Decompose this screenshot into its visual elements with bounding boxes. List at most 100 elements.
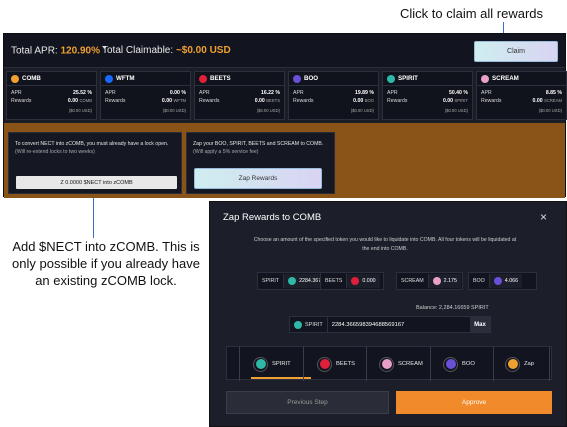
max-button[interactable]: Max — [470, 317, 490, 332]
step-separator — [239, 347, 240, 381]
balance-readout: Balance: 2,284.16659 SPIRIT — [416, 305, 489, 311]
convert-nect-card: To convert NECT into zCOMB, you must alr… — [8, 132, 182, 194]
step-icon-ring — [317, 356, 332, 372]
tile-apr-row: APR 8.85 % — [481, 90, 562, 96]
spirit-icon — [294, 320, 302, 329]
tile-rewards-value: 0.00 — [353, 98, 364, 104]
balance-amount: 4.066 — [488, 274, 523, 288]
step-separator — [549, 347, 550, 381]
tile-apr-value: 25.52 % — [72, 90, 92, 96]
tile-apr-value: 8.85 % — [545, 90, 562, 96]
tile-header: SPIRIT — [383, 72, 472, 86]
tile-usd-value: ($0.00 USD) — [444, 108, 468, 113]
step-icon-ring — [253, 356, 268, 372]
zap-rewards-text: Zap your BOO, SPIRIT, BEETS and SCREAM t… — [193, 141, 324, 147]
balance-token-name: SPIRIT — [262, 278, 280, 284]
previous-step-button[interactable]: Previous Step — [226, 391, 389, 414]
tile-apr-row: APR 0.00 % — [105, 90, 186, 96]
callout-claim-all: Click to claim all rewards — [400, 6, 544, 21]
tile-rewards-row: Rewards 0.00 BEETS — [199, 98, 280, 104]
spirit-icon — [288, 277, 297, 285]
tile-apr-label: APR — [481, 90, 492, 96]
step-beets[interactable]: BEETS — [317, 352, 355, 376]
zap-icon — [507, 359, 518, 369]
beets-icon — [319, 359, 330, 369]
total-apr-label: Total APR: — [11, 45, 58, 57]
zap-rewards-card: Zap your BOO, SPIRIT, BEETS and SCREAM t… — [186, 132, 335, 194]
tile-rewards-label: Rewards — [387, 98, 408, 104]
zap-rewards-modal: Zap Rewards to COMB × Choose an amount o… — [209, 201, 567, 427]
reward-tile-scream: SCREAM APR 8.85 % Rewards 0.00 SCREAM ($0.00 … — [476, 71, 567, 120]
step-icon-ring — [505, 356, 520, 372]
tile-rewards-label: Rewards — [105, 98, 126, 104]
step-zap[interactable]: Zap — [505, 352, 534, 376]
balance-token-name: SCREAM — [401, 278, 424, 284]
tile-header: BOO — [289, 72, 378, 86]
balance-amount: 2.175 — [427, 274, 461, 288]
beets-icon — [351, 277, 360, 285]
tile-rewards-row: Rewards 0.00 BOO — [293, 98, 374, 104]
tile-apr-value: 16.22 % — [260, 90, 280, 96]
tile-rewards-row: Rewards 0.00 COMB — [11, 98, 92, 104]
balance-token-name: BEETS — [325, 278, 343, 284]
tile-apr-label: APR — [105, 90, 116, 96]
tile-apr-label: APR — [293, 90, 304, 96]
step-label: Zap — [524, 361, 534, 367]
balance-spirit: SPIRIT 2284.367 — [257, 272, 326, 290]
tile-rewards-unit: WFTM — [173, 98, 186, 103]
convert-nect-text: To convert NECT into zCOMB, you must alr… — [15, 141, 169, 147]
step-separator — [430, 347, 431, 381]
close-icon[interactable]: × — [540, 210, 547, 224]
tile-usd-value: ($0.00 USD) — [256, 108, 280, 113]
step-boo[interactable]: BOO — [443, 352, 475, 376]
tile-apr-value: 50.40 % — [448, 90, 468, 96]
modal-description: Choose an amount of the specified token … — [253, 237, 517, 252]
tile-token-name: BEETS — [210, 75, 231, 82]
claim-button[interactable]: Claim — [474, 41, 558, 62]
reward-tile-boo: BOO APR 19.89 % Rewards 0.00 BOO ($0.00 USD) — [288, 71, 379, 120]
reward-tile-spirit: SPIRIT APR 50.40 % Rewards 0.00 SPIRIT ($0.00… — [382, 71, 473, 120]
total-apr: Total APR: 120.90% ● — [11, 45, 106, 56]
zap-rewards-button[interactable]: Zap Rewards — [194, 168, 322, 189]
tile-rewards-label: Rewards — [481, 98, 502, 104]
tile-usd-value: ($0.00 USD) — [68, 108, 92, 113]
tile-token-name: SPIRIT — [398, 75, 418, 82]
boo-icon — [445, 359, 456, 369]
reward-tile-comb: COMB APR 25.52 % Rewards 0.00 COMB ($0.00 USD… — [6, 71, 97, 120]
step-separator — [493, 347, 494, 381]
tile-apr-label: APR — [387, 90, 398, 96]
total-claimable-value: ~$0.00 USD — [175, 45, 231, 56]
tile-rewards-value: 0.00 — [532, 98, 543, 104]
convert-nect-button[interactable]: Z 0.0000 $NECT into zCOMB — [16, 176, 177, 189]
comb-icon — [11, 74, 19, 83]
boo-icon — [293, 74, 301, 83]
tile-rewards-unit: BEETS — [266, 98, 280, 103]
tile-rewards-unit: COMB — [79, 98, 92, 103]
tile-usd-value: ($0.00 USD) — [538, 108, 562, 113]
tile-token-name: BOO — [304, 75, 319, 82]
step-separator — [366, 347, 367, 381]
tile-header: BEETS — [195, 72, 284, 86]
convert-nect-note: (Will re-extend locks to two weeks) — [15, 149, 95, 155]
tile-apr-row: APR 16.22 % — [199, 90, 280, 96]
balance-amount-value: 4.066 — [504, 278, 519, 284]
spirit-icon — [387, 74, 395, 83]
active-step-indicator — [251, 377, 311, 379]
boo-icon — [493, 277, 502, 285]
step-icon-ring — [379, 356, 394, 372]
tile-rewards-value: 0.00 — [442, 98, 454, 104]
balance-amount-value: 2.175 — [443, 278, 457, 284]
step-label: BOO — [462, 361, 475, 367]
step-icon-ring — [443, 356, 458, 372]
zap-rewards-note: (Will apply a 5% service fee) — [193, 149, 259, 155]
rewards-dashboard: Total APR: 120.90% ● Total Claimable: ~$… — [3, 33, 567, 198]
tile-rewards-value: 0.00 — [161, 98, 172, 104]
step-scream[interactable]: SCREAM — [379, 352, 423, 376]
approve-button[interactable]: Approve — [396, 391, 552, 414]
tile-header: SCREAM — [477, 72, 566, 86]
scream-icon — [481, 74, 489, 83]
step-spirit[interactable]: SPIRIT — [253, 352, 291, 376]
amount-input[interactable] — [327, 317, 470, 332]
reward-tile-wftm: WFTM APR 0.00 % Rewards 0.00 WFTM ($0.00 USD) — [100, 71, 191, 120]
tile-token-name: COMB — [22, 75, 41, 82]
